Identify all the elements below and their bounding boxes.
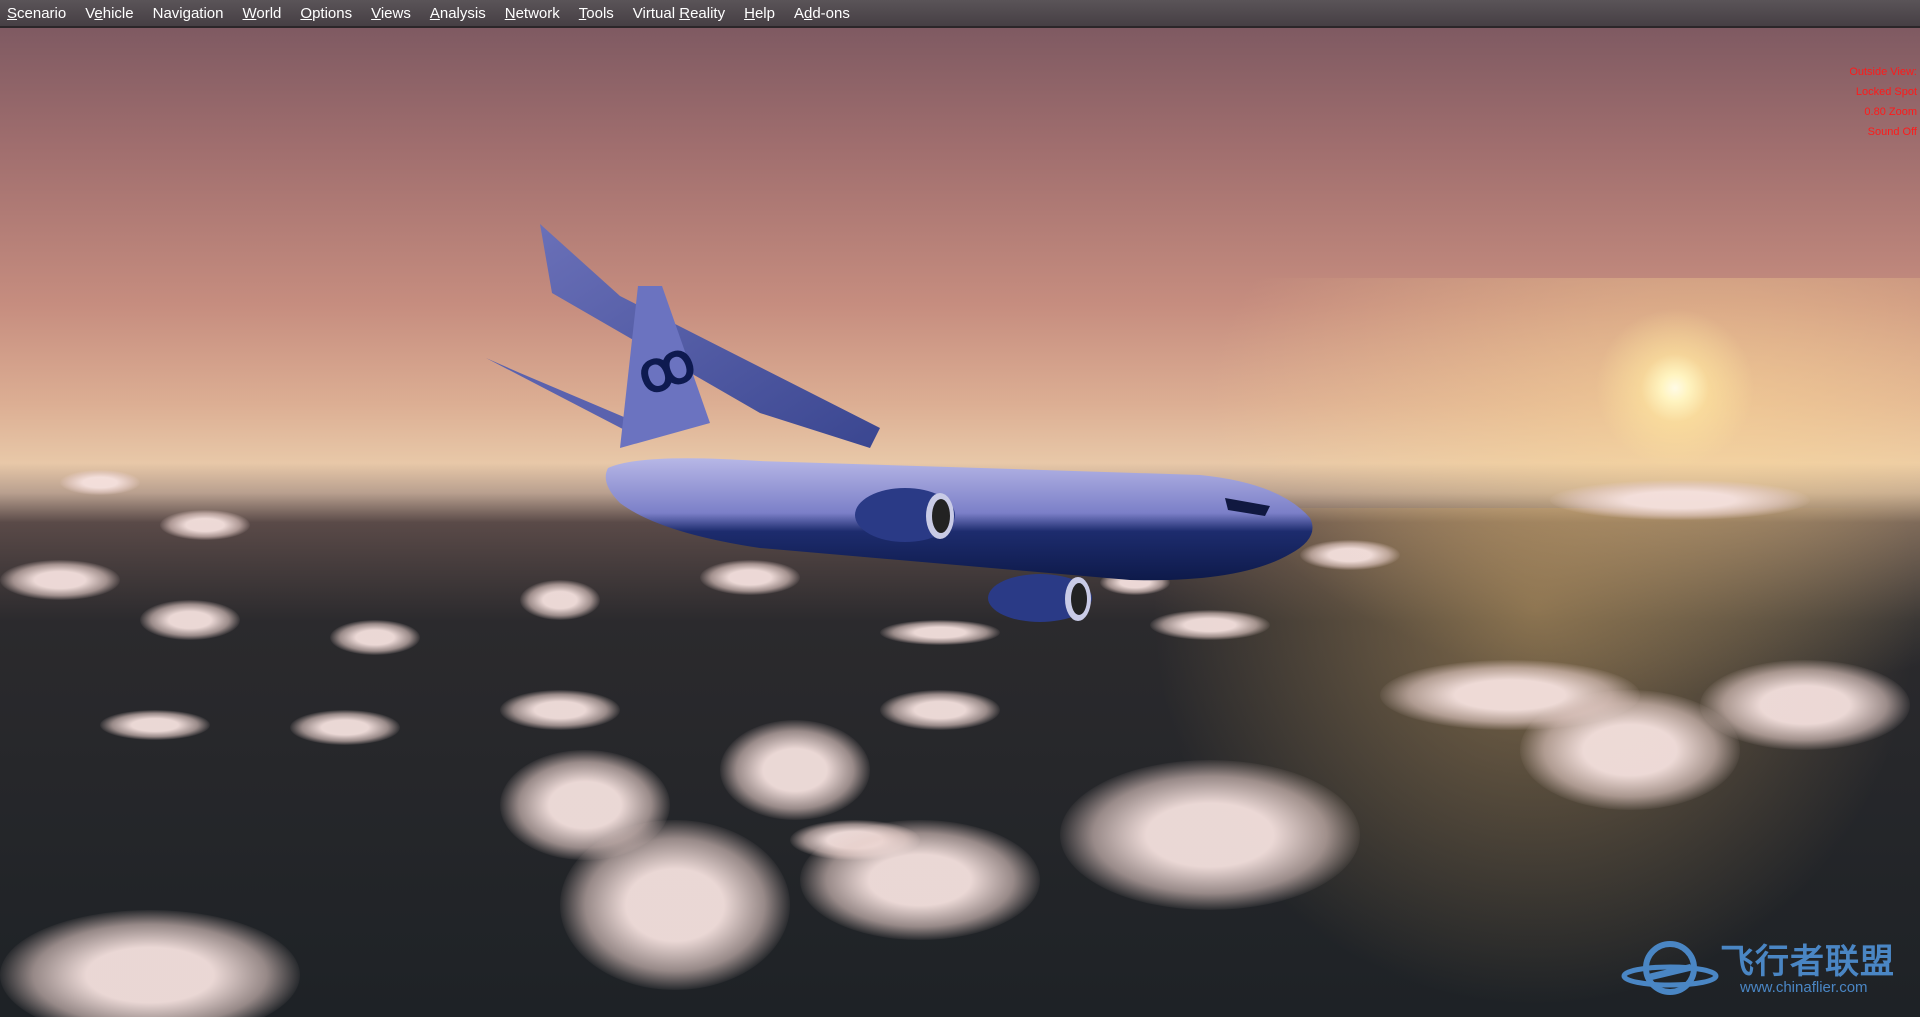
menu-label-part: eality (690, 4, 726, 22)
hud-camera: Locked Spot (1855, 86, 1917, 98)
menu-label-part: A (793, 4, 804, 22)
menu-label-part: ools (586, 4, 614, 22)
menu-options[interactable]: Options (292, 5, 363, 22)
menu-scenario[interactable]: Scenario (0, 5, 77, 22)
menu-label-part: iews (380, 4, 411, 22)
menu-label-part: cenario (17, 4, 67, 22)
menu-analysis[interactable]: Analysis (422, 5, 497, 22)
menu-label-part: orld (256, 4, 282, 22)
menu-label-part: e (94, 4, 103, 22)
menu-label-part: A (429, 4, 440, 22)
menu-navigation[interactable]: Navigation (145, 5, 235, 22)
menu-label-part: O (300, 4, 313, 22)
menu-world[interactable]: World (235, 5, 293, 22)
menu-label-part: etwork (515, 4, 560, 22)
menu-label-part: Virtual (632, 4, 680, 22)
menu-bar: Scenario Vehicle Navigation World Options Vie… (0, 0, 1920, 28)
planet-plane-icon (1621, 941, 1719, 995)
menu-label-part: ation (190, 4, 224, 22)
menu-label-part: ptions (312, 4, 353, 22)
simulator-viewport[interactable]: ꝏ Outside View: Locked Spot 0.80 Zoom So… (0, 28, 1920, 1017)
menu-label-part: V (371, 4, 381, 22)
menu-add-ons[interactable]: Add-ons (786, 5, 861, 22)
menu-network[interactable]: Network (497, 5, 571, 22)
menu-label-part: nalysis (439, 4, 486, 22)
watermark-url: www.chinaflier.com (1740, 979, 1868, 996)
menu-label-part: elp (754, 4, 775, 22)
menu-label-part: R (679, 4, 691, 22)
menu-views[interactable]: Views (363, 5, 422, 22)
hud-zoom: 0.80 Zoom (1864, 106, 1917, 118)
view-status-hud: Outside View: Locked Spot 0.80 Zoom Soun… (1849, 62, 1917, 142)
menu-tools[interactable]: Tools (571, 5, 625, 22)
hud-view-mode: Outside View: (1849, 66, 1917, 78)
menu-label-part: hicle (102, 4, 134, 22)
menu-virtual-reality[interactable]: Virtual Reality (625, 5, 736, 22)
airplane: ꝏ (486, 224, 1313, 622)
watermark-logo: 飞行者联盟 www.chinaflier.com (1620, 938, 1895, 1002)
fuselage (605, 458, 1313, 581)
menu-label-part: Navi (152, 4, 183, 22)
menu-label-part: g (182, 4, 191, 22)
menu-label-part: N (504, 4, 516, 22)
menu-vehicle[interactable]: Vehicle (77, 5, 144, 22)
hud-sound: Sound Off (1867, 126, 1917, 138)
watermark-title: 飞行者联盟 (1720, 943, 1895, 981)
menu-label-part: H (744, 4, 755, 22)
menu-label-part: d-ons (812, 4, 850, 22)
left-wing (540, 224, 880, 448)
menu-help[interactable]: Help (736, 5, 786, 22)
menu-label-part: W (242, 4, 257, 22)
menu-label-part: S (7, 4, 18, 22)
